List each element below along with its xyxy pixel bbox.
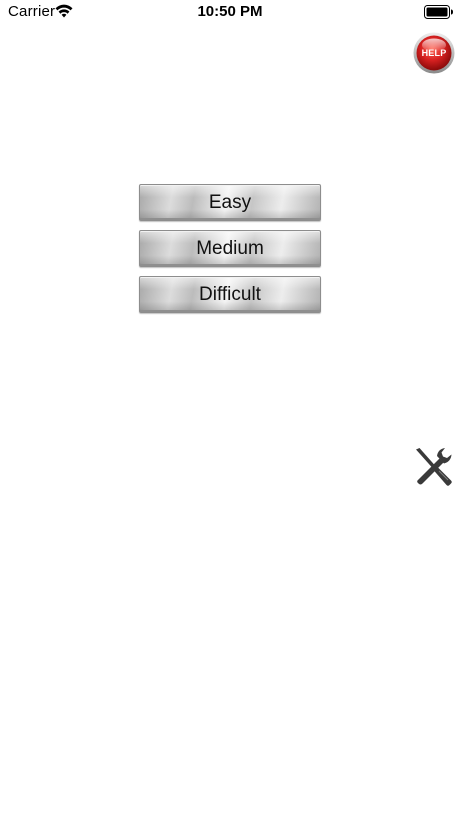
help-badge-icon <box>413 32 455 74</box>
easy-button[interactable]: Easy <box>139 184 321 221</box>
status-bar: Carrier 10:50 PM <box>0 0 460 24</box>
help-button[interactable]: HELP <box>413 32 455 74</box>
settings-button[interactable] <box>412 446 456 490</box>
tools-icon <box>416 448 452 486</box>
medium-button[interactable]: Medium <box>139 230 321 267</box>
battery-icon <box>424 5 453 19</box>
difficult-button[interactable]: Difficult <box>139 276 321 313</box>
status-time: 10:50 PM <box>197 3 263 20</box>
